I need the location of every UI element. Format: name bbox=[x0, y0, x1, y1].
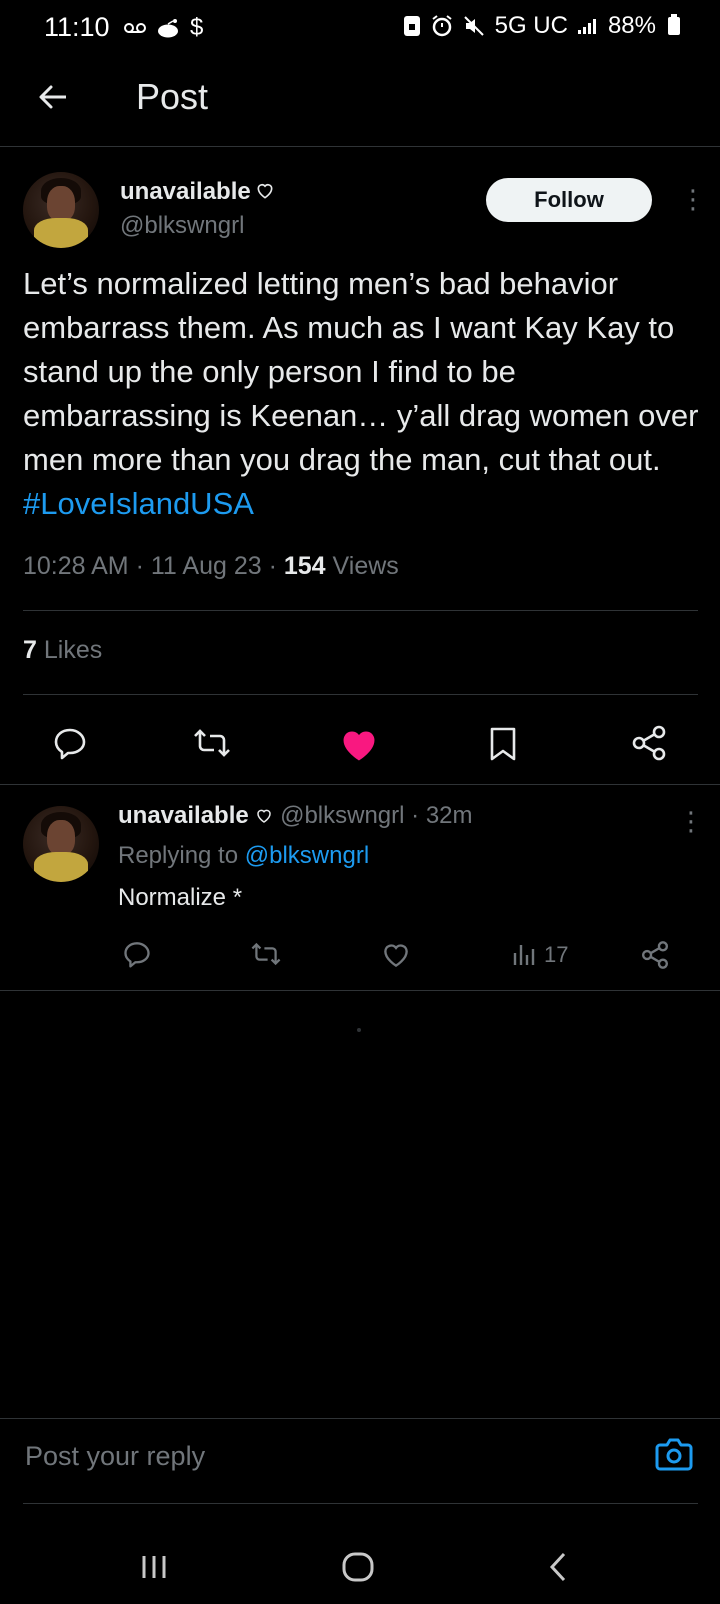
status-time: 11:10 bbox=[44, 12, 110, 42]
mute-icon bbox=[463, 16, 484, 36]
heart-outline-icon bbox=[257, 809, 272, 823]
analytics-icon bbox=[513, 945, 535, 965]
share-icon bbox=[641, 941, 669, 969]
views-count: 154 bbox=[283, 552, 326, 580]
reply-header: unavailable @blkswngrl · 32m bbox=[118, 802, 473, 829]
post-author[interactable]: unavailable bbox=[120, 178, 275, 206]
reply-text: Normalize * bbox=[118, 884, 243, 911]
post-meta: 10:28 AM · 11 Aug 23 · 154 Views bbox=[23, 552, 399, 580]
reply-icon bbox=[54, 728, 86, 760]
post-action-bar bbox=[0, 712, 720, 768]
recent-apps-icon bbox=[142, 1556, 166, 1578]
bookmark-icon bbox=[490, 727, 516, 761]
heart-filled-icon bbox=[343, 731, 375, 761]
status-left-icons: $ bbox=[124, 14, 203, 42]
divider bbox=[23, 610, 698, 611]
home-icon bbox=[342, 1552, 374, 1582]
reply-reply-button[interactable] bbox=[122, 940, 152, 968]
network-type: 5G UC bbox=[494, 12, 568, 39]
reply-author-name[interactable]: unavailable bbox=[118, 802, 249, 829]
share-button[interactable] bbox=[630, 724, 668, 762]
repost-button[interactable] bbox=[192, 728, 232, 758]
divider bbox=[23, 1503, 698, 1504]
recent-apps-button[interactable] bbox=[140, 1554, 168, 1580]
status-bar: 11:10 $ 5G UC 88% bbox=[0, 0, 720, 56]
chevron-left-icon bbox=[549, 1552, 566, 1582]
divider bbox=[23, 694, 698, 695]
author-handle[interactable]: @blkswngrl bbox=[120, 212, 244, 240]
loading-indicator bbox=[357, 1028, 361, 1032]
likes-summary[interactable]: 7 Likes bbox=[23, 636, 102, 665]
voicemail-icon bbox=[124, 23, 146, 33]
reply-avatar[interactable] bbox=[23, 806, 99, 882]
hashtag-link[interactable]: #LoveIslandUSA bbox=[23, 486, 254, 521]
reply-button[interactable] bbox=[52, 726, 88, 760]
replying-to: Replying to @blkswngrl bbox=[118, 842, 369, 870]
post-date: 11 Aug 23 bbox=[150, 552, 262, 580]
reply-age: 32m bbox=[425, 802, 473, 829]
repost-icon bbox=[251, 942, 281, 966]
reddit-icon bbox=[158, 19, 178, 38]
battery-percent: 88% bbox=[607, 12, 656, 39]
arrow-left-icon bbox=[39, 85, 66, 109]
camera-button[interactable] bbox=[654, 1436, 694, 1472]
system-nav-bar bbox=[0, 1514, 720, 1604]
reply-share-button[interactable] bbox=[640, 940, 670, 970]
reply-views-count: 17 bbox=[544, 942, 569, 967]
home-button[interactable] bbox=[342, 1552, 374, 1582]
follow-button[interactable]: Follow bbox=[486, 178, 652, 222]
reply-composer bbox=[0, 1418, 720, 1504]
system-back-button[interactable] bbox=[548, 1552, 568, 1582]
likes-count: 7 bbox=[23, 636, 37, 664]
page-title: Post bbox=[136, 76, 209, 117]
reply-more-options-icon[interactable]: ⋮ bbox=[678, 806, 704, 837]
dollar-icon: $ bbox=[190, 14, 204, 41]
replying-to-label: Replying to bbox=[118, 842, 239, 869]
repost-icon bbox=[194, 729, 230, 757]
sim-lock-icon bbox=[403, 16, 420, 36]
post-body: Let’s normalized letting men’s bad behav… bbox=[23, 266, 708, 477]
reply-input[interactable] bbox=[23, 1440, 587, 1473]
reply-icon bbox=[124, 942, 150, 968]
heart-outline-icon bbox=[257, 183, 273, 199]
more-options-icon[interactable]: ⋮ bbox=[680, 184, 706, 215]
reply-like-button[interactable] bbox=[381, 942, 411, 968]
avatar[interactable] bbox=[23, 172, 99, 248]
bookmark-button[interactable] bbox=[488, 726, 518, 762]
alarm-icon bbox=[431, 15, 452, 37]
camera-icon bbox=[655, 1438, 693, 1471]
reply-views[interactable]: 17 bbox=[512, 942, 568, 968]
replying-to-handle[interactable]: @blkswngrl bbox=[245, 842, 369, 869]
likes-label: Likes bbox=[43, 636, 103, 664]
status-right-icons: 5G UC 88% bbox=[403, 12, 680, 40]
post-text: Let’s normalized letting men’s bad behav… bbox=[23, 262, 703, 526]
back-button[interactable] bbox=[36, 80, 70, 114]
share-icon bbox=[632, 725, 666, 761]
signal-icon bbox=[577, 19, 596, 34]
divider bbox=[0, 990, 720, 991]
reply-repost-button[interactable] bbox=[250, 942, 282, 966]
reply-action-bar: 17 bbox=[0, 938, 720, 978]
like-button[interactable] bbox=[340, 728, 378, 762]
views-label: Views bbox=[332, 552, 399, 580]
battery-icon bbox=[668, 14, 680, 35]
top-app-bar: Post bbox=[0, 60, 720, 147]
reply-author-handle[interactable]: @blkswngrl bbox=[280, 802, 404, 829]
heart-outline-icon bbox=[384, 944, 408, 968]
post-time: 10:28 AM bbox=[23, 552, 129, 580]
divider bbox=[0, 784, 720, 785]
author-name: unavailable bbox=[120, 178, 251, 205]
